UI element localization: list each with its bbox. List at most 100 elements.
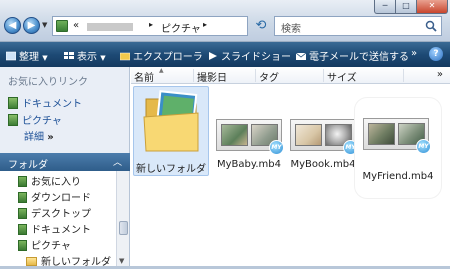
column-header-tags[interactable]: タグ (256, 69, 324, 84)
column-header-label: タグ (259, 73, 279, 84)
documents-icon (8, 97, 18, 109)
favorite-link-pictures-label: ピクチャ (22, 116, 62, 127)
navigation-pane: お気に入りリンク ドキュメント ピクチャ 詳細 » フォルダ ︿ お気に入り ダ… (0, 67, 130, 269)
favorite-link-documents[interactable]: ドキュメント (8, 95, 82, 110)
organize-icon (6, 51, 16, 61)
thumbnail-frame (368, 123, 395, 145)
recent-pages-dropdown-icon[interactable]: ▼ (42, 21, 47, 29)
downloads-folder-icon (18, 192, 27, 203)
file-name: MyFriend.mb4 (362, 171, 434, 182)
pictures-icon (8, 114, 18, 126)
chevrons-icon: » (47, 132, 54, 143)
movie-badge-icon: MY (269, 140, 284, 155)
tree-item-desktop[interactable]: デスクトップ (18, 205, 91, 220)
tree-item-documents[interactable]: ドキュメント (18, 221, 91, 236)
toolbar-overflow-chevron[interactable]: » (411, 48, 417, 59)
address-bar-area: ◀ ▶ ▼ « ▸ ピクチャ ▸ ▾ ⟲ 検索 ─ □ ✕ (0, 0, 450, 42)
file-name: MyBaby.mb4 (216, 159, 281, 170)
search-input[interactable]: 検索 (274, 16, 442, 36)
address-separator-icon[interactable]: ▸ (149, 20, 153, 29)
tree-item-favorites[interactable]: お気に入り (18, 173, 81, 188)
column-header-name[interactable]: ▲ 名前 (131, 67, 194, 84)
organize-label: 整理 (19, 52, 39, 63)
tree-item-downloads[interactable]: ダウンロード (18, 189, 91, 204)
column-headers: ▲ 名前 撮影日 タグ サイズ » (131, 67, 450, 84)
column-header-date-taken[interactable]: 撮影日 (194, 69, 256, 84)
folder-tree: お気に入り ダウンロード デスクトップ ドキュメント ピクチャ 新しいフォルダ (0, 171, 116, 269)
search-placeholder: 検索 (281, 24, 301, 35)
column-header-label: 撮影日 (197, 73, 227, 84)
help-icon[interactable]: ? (429, 47, 443, 61)
file-name: 新しいフォルダ (136, 164, 206, 175)
refresh-button[interactable]: ⟲ (252, 17, 270, 35)
minimize-button[interactable]: ─ (374, 0, 396, 14)
favorite-links-heading: お気に入りリンク (8, 77, 88, 88)
slideshow-button[interactable]: スライドショー (208, 48, 291, 63)
column-header-label: サイズ (327, 73, 357, 84)
folders-header[interactable]: フォルダ ︿ (0, 153, 130, 171)
folder-icon (26, 257, 37, 266)
tree-item-label: ダウンロード (31, 193, 91, 204)
column-header-label: 名前 (134, 73, 154, 84)
thumbnail-frame (295, 124, 322, 146)
tree-item-pictures[interactable]: ピクチャ (18, 237, 71, 252)
thumbnail-frame (221, 124, 248, 146)
tree-item-label: ピクチャ (31, 241, 71, 252)
chevron-up-icon: ︿ (112, 158, 122, 168)
email-button[interactable]: 電子メールで送信する (296, 48, 409, 63)
movie-badge-icon: MY (416, 139, 431, 154)
pictures-folder-icon (56, 20, 68, 32)
command-toolbar: 整理 ▼ 表示 ▼ エクスプローラ スライドショー 電子メールで送信する » ? (0, 42, 450, 67)
views-label: 表示 (77, 52, 97, 63)
views-button[interactable]: 表示 ▼ (64, 48, 106, 63)
tree-item-label: デスクトップ (31, 209, 91, 220)
email-label: 電子メールで送信する (309, 52, 409, 63)
folders-label: フォルダ (8, 160, 48, 171)
slideshow-label: スライドショー (221, 52, 291, 63)
close-button[interactable]: ✕ (416, 0, 448, 14)
address-overflow-chevron[interactable]: « (73, 20, 79, 31)
explorer-button[interactable]: エクスプローラ (120, 48, 203, 63)
file-item-myfriend[interactable]: MY MyFriend.mb4 (355, 98, 441, 198)
maximize-button[interactable]: □ (395, 0, 417, 14)
movie-thumbnail-icon: MY (363, 118, 431, 154)
columns-overflow-chevron[interactable]: » (437, 69, 443, 80)
chevron-down-icon: ▼ (100, 54, 106, 62)
address-bar[interactable]: « ▸ ピクチャ ▸ ▾ (52, 16, 296, 36)
chevron-down-icon: ▼ (42, 54, 48, 62)
folder-icon (143, 90, 199, 152)
folder-tree-scrollbar[interactable]: ▼ (116, 171, 129, 269)
email-icon (296, 52, 306, 60)
movie-thumbnail-icon: MY (216, 119, 284, 155)
desktop-folder-icon (18, 208, 27, 219)
documents-folder-icon (18, 224, 27, 235)
file-item-mybook[interactable]: MY MyBook.mb4 (285, 86, 361, 176)
address-segment-pictures[interactable]: ピクチャ (161, 20, 201, 35)
organize-button[interactable]: 整理 ▼ (6, 48, 48, 63)
tree-item-label: お気に入り (31, 177, 81, 188)
explorer-label: エクスプローラ (133, 52, 203, 63)
file-item-new-folder[interactable]: 新しいフォルダ (133, 86, 209, 176)
scroll-down-arrow-icon[interactable]: ▼ (119, 257, 124, 265)
address-separator-icon[interactable]: ▸ (203, 20, 207, 29)
slideshow-icon (209, 52, 217, 60)
file-item-mybaby[interactable]: MY MyBaby.mb4 (211, 86, 287, 176)
more-links-label: 詳細 (24, 132, 44, 143)
file-name: MyBook.mb4 (290, 159, 356, 170)
forward-button[interactable]: ▶ (23, 17, 40, 34)
movie-thumbnail-icon: MY (290, 119, 358, 155)
column-header-size[interactable]: サイズ (324, 69, 404, 84)
sort-ascending-icon: ▲ (159, 67, 164, 74)
back-button[interactable]: ◀ (4, 17, 21, 34)
more-links-button[interactable]: 詳細 » (24, 128, 54, 143)
search-icon[interactable] (425, 20, 437, 32)
favorites-folder-icon (18, 176, 27, 187)
views-icon (64, 52, 74, 59)
pictures-folder-icon (18, 240, 27, 251)
file-list: 新しいフォルダ MY MyBaby.mb4 MY MyBook.mb4 MY M… (131, 84, 450, 269)
explorer-icon (120, 52, 130, 61)
address-redacted-segment (87, 23, 133, 31)
scrollbar-thumb[interactable] (119, 221, 128, 235)
favorite-link-documents-label: ドキュメント (22, 99, 82, 110)
favorite-link-pictures[interactable]: ピクチャ (8, 112, 62, 127)
